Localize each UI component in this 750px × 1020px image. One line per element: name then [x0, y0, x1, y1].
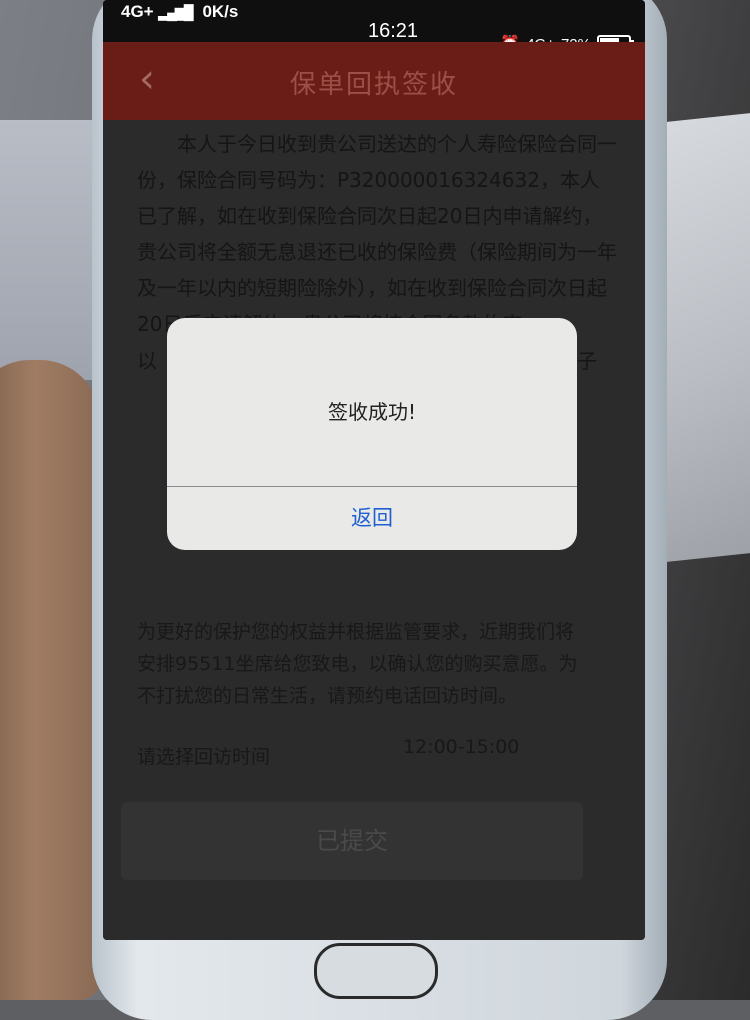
network-speed: 0K/s — [202, 2, 239, 21]
holding-finger — [0, 360, 100, 1000]
status-bar: 4G+ ▂▄▆█ 0K/s 16:21 ⏰ 4G+ 72% — [103, 0, 645, 53]
network-type: 4G+ — [121, 2, 154, 21]
status-time: 16:21 — [368, 20, 419, 42]
home-button[interactable] — [314, 943, 438, 999]
submit-button[interactable]: 已提交 — [121, 802, 583, 880]
success-dialog: 签收成功! 返回 — [167, 318, 577, 550]
status-left: 4G+ ▂▄▆█ 0K/s — [121, 2, 238, 22]
terms-tail-left: 以 — [137, 349, 157, 373]
navigation-bar: ‹ 保单回执签收 — [103, 42, 645, 120]
page-title: 保单回执签收 — [289, 70, 458, 100]
revisit-time-label: 请选择回访时间 — [137, 746, 271, 768]
signal-icon: ▂▄▆█ — [158, 4, 193, 20]
dialog-return-button[interactable]: 返回 — [167, 487, 577, 550]
dialog-message: 签收成功! — [327, 400, 417, 424]
revisit-time-select[interactable]: 12:00-15:00 — [403, 736, 519, 758]
revisit-notice: 为更好的保护您的权益并根据监管要求，近期我们将安排95511坐席给您致电，以确认… — [137, 621, 578, 707]
terms-text: 本人于今日收到贵公司送达的个人寿险保险合同一份，保险合同号码为：P3200000… — [137, 132, 617, 336]
terms-tail-right: 子 — [577, 349, 597, 373]
